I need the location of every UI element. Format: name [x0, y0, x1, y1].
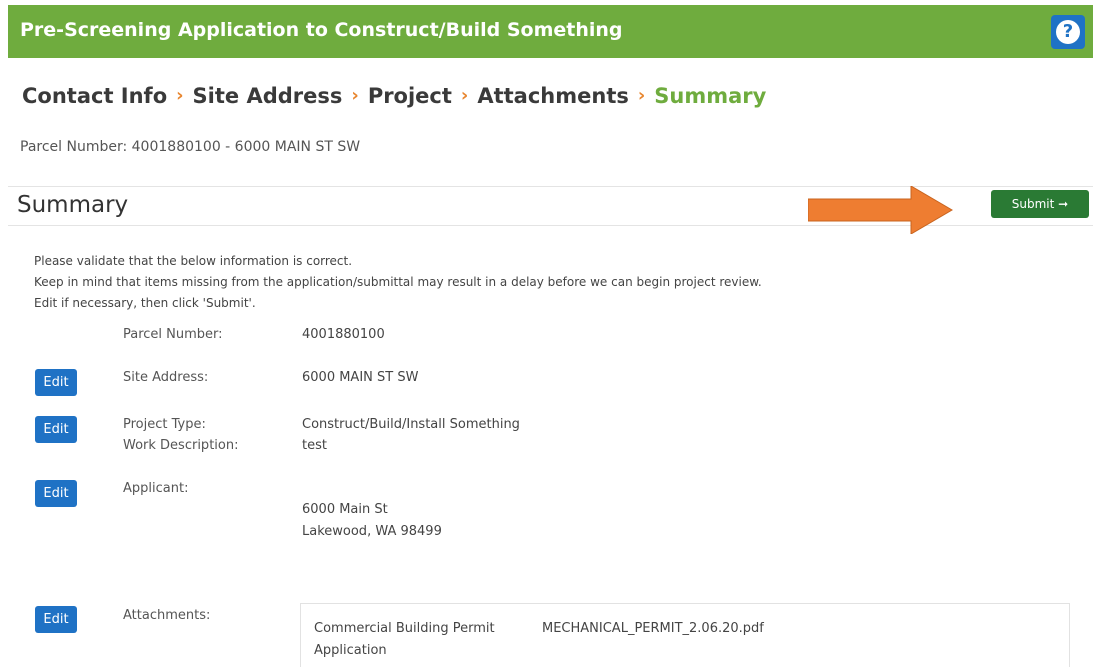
applicant-address-line2: Lakewood, WA 98499	[302, 524, 442, 539]
chevron-right-icon: ›	[351, 84, 359, 106]
attachment-file-name[interactable]: MECHANICAL_PERMIT_2.06.20.pdf	[542, 618, 764, 640]
parcel-info: Parcel Number: 4001880100 - 6000 MAIN ST…	[20, 139, 361, 155]
site-address-label: Site Address:	[123, 370, 209, 385]
attachment-type: Commercial Building Permit Application	[314, 621, 495, 658]
page: Pre-Screening Application to Construct/B…	[0, 0, 1093, 667]
attachments-table: Commercial Building Permit Application M…	[300, 603, 1070, 667]
annotation-arrow-icon	[808, 186, 953, 234]
work-description-label: Work Description:	[123, 438, 239, 453]
work-description-value: test	[302, 438, 327, 453]
header-bar: Pre-Screening Application to Construct/B…	[8, 5, 1093, 58]
section-title: Summary	[17, 192, 129, 218]
chevron-right-icon: ›	[176, 84, 184, 106]
parcel-number-label: Parcel Number:	[123, 327, 223, 342]
help-button[interactable]: ?	[1051, 15, 1085, 49]
breadcrumb-site-address[interactable]: Site Address	[193, 84, 343, 108]
instruction-line: Edit if necessary, then click 'Submit'.	[34, 296, 256, 310]
site-address-value: 6000 MAIN ST SW	[302, 370, 419, 385]
submit-button[interactable]: Submit ➞	[991, 190, 1089, 218]
parcel-number-value: 4001880100	[302, 327, 385, 342]
breadcrumb: Contact Info › Site Address › Project › …	[22, 84, 766, 108]
applicant-label: Applicant:	[123, 481, 189, 496]
breadcrumb-project[interactable]: Project	[368, 84, 452, 108]
edit-attachments-button[interactable]: Edit	[35, 606, 77, 633]
applicant-address-line1: 6000 Main St	[302, 502, 388, 517]
instruction-line: Please validate that the below informati…	[34, 254, 353, 268]
chevron-right-icon: ›	[460, 84, 469, 106]
breadcrumb-summary: Summary	[654, 84, 767, 108]
edit-project-button[interactable]: Edit	[35, 416, 77, 443]
edit-site-address-button[interactable]: Edit	[35, 369, 77, 396]
project-type-value: Construct/Build/Install Something	[302, 417, 520, 432]
project-type-label: Project Type:	[123, 417, 206, 432]
question-icon: ?	[1056, 20, 1080, 44]
breadcrumb-attachments[interactable]: Attachments	[477, 84, 629, 108]
page-title: Pre-Screening Application to Construct/B…	[20, 19, 623, 41]
attachments-label: Attachments:	[123, 608, 211, 623]
edit-applicant-button[interactable]: Edit	[35, 480, 77, 507]
instructions: Please validate that the below informati…	[34, 251, 762, 314]
breadcrumb-contact-info[interactable]: Contact Info	[22, 84, 167, 108]
instruction-line: Keep in mind that items missing from the…	[34, 275, 762, 289]
chevron-right-icon: ›	[637, 84, 646, 106]
